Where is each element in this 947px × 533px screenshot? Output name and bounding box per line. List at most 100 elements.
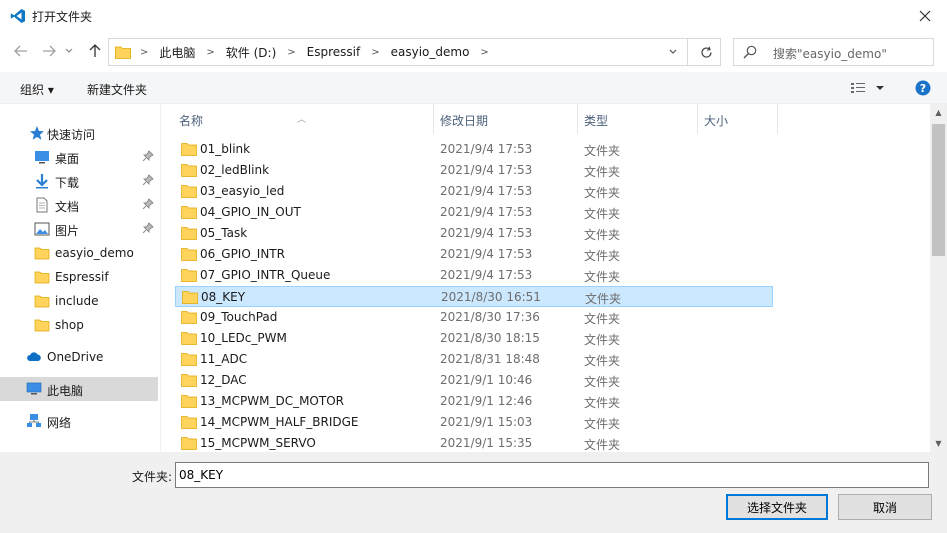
select-folder-button[interactable]: 选择文件夹 [726,494,828,520]
file-type: 文件夹 [584,207,621,221]
table-row[interactable]: 09_TouchPad 2021/8/30 17:36 文件夹 [175,307,773,328]
folder-field-label: 文件夹: [132,470,173,484]
folder-icon [181,374,197,387]
scroll-down-arrow-icon[interactable]: ▼ [930,435,947,452]
chevron-right-icon[interactable]: > [197,47,223,58]
file-list: ︿ 名称 修改日期 类型 大小 01_blink 2021/9/4 17:53 文件… [161,104,930,452]
breadcrumb-easyio-demo[interactable]: easyio_demo [389,45,472,59]
file-type: 文件夹 [584,186,621,200]
up-button[interactable] [84,40,106,62]
table-row[interactable]: 10_LEDc_PWM 2021/8/30 18:15 文件夹 [175,328,773,349]
file-modified-date: 2021/9/4 17:53 [440,226,533,240]
star-icon [30,126,44,140]
sidebar-item-network[interactable]: 网络 [0,409,158,433]
column-header-size[interactable]: 大小 [698,104,778,134]
address-history-button[interactable] [661,39,685,65]
sidebar-item-documents[interactable]: 文档 [0,193,158,217]
folder-icon [34,319,50,332]
column-header-label: 名称 [179,114,204,128]
scroll-up-arrow-icon[interactable]: ▲ [930,104,947,121]
search-box[interactable]: 搜索"easyio_demo" [733,38,934,66]
sidebar-item-desktop[interactable]: 桌面 [0,145,158,169]
help-button[interactable]: ? [915,80,931,99]
file-type: 文件夹 [585,292,622,306]
file-type: 文件夹 [584,438,621,452]
sidebar-item-this-pc[interactable]: 此电脑 [0,377,158,401]
chevron-right-icon[interactable]: > [471,47,497,58]
computer-icon [26,382,42,395]
table-row[interactable]: 08_KEY 2021/8/30 16:51 文件夹 [175,286,773,307]
file-name: 09_TouchPad [200,310,278,324]
sidebar-item-pictures[interactable]: 图片 [0,217,158,241]
address-divider [687,39,688,65]
picture-icon [34,222,50,236]
folder-icon [181,227,197,240]
pin-icon [142,198,154,210]
dialog-footer: 文件夹: 选择文件夹 取消 [0,452,947,533]
cancel-button[interactable]: 取消 [838,494,932,520]
file-type: 文件夹 [584,417,621,431]
close-icon [919,10,930,22]
column-header-name[interactable]: ︿ 名称 [161,104,434,134]
table-row[interactable]: 07_GPIO_INTR_Queue 2021/9/4 17:53 文件夹 [175,265,773,286]
file-name: 01_blink [200,142,251,156]
column-header-type[interactable]: 类型 [578,104,698,134]
breadcrumb-this-pc[interactable]: 此电脑 [157,44,197,61]
folder-icon [181,185,197,198]
sidebar-item-include[interactable]: include [0,289,158,313]
back-button[interactable] [10,40,32,62]
address-bar[interactable]: > 此电脑 > 软件 (D:) > Espressif > easyio_dem… [108,38,721,66]
scrollbar-thumb[interactable] [932,124,945,256]
sidebar-item-label: OneDrive [47,350,104,364]
table-row[interactable]: 01_blink 2021/9/4 17:53 文件夹 [175,139,773,160]
sidebar-item-espressif[interactable]: Espressif [0,265,158,289]
table-row[interactable]: 04_GPIO_IN_OUT 2021/9/4 17:53 文件夹 [175,202,773,223]
file-type: 文件夹 [584,333,621,347]
chevron-right-icon[interactable]: > [278,47,304,58]
folder-icon [181,164,197,177]
table-row[interactable]: 03_easyio_led 2021/9/4 17:53 文件夹 [175,181,773,202]
sidebar-item-label: 网络 [47,416,72,430]
sidebar-item-shop[interactable]: shop [0,313,158,337]
organize-button[interactable]: 组织 ▾ [20,81,54,98]
recent-locations-button[interactable] [62,40,76,62]
sidebar-item-downloads[interactable]: 下载 [0,169,158,193]
folder-icon [34,247,50,260]
folder-icon [181,206,197,219]
file-name: 05_Task [200,226,248,240]
file-type: 文件夹 [584,165,621,179]
table-row[interactable]: 12_DAC 2021/9/1 10:46 文件夹 [175,370,773,391]
sidebar-item-quick-access[interactable]: 快速访问 [0,121,158,145]
table-row[interactable]: 15_MCPWM_SERVO 2021/9/1 15:35 文件夹 [175,433,773,452]
table-row[interactable]: 02_ledBlink 2021/9/4 17:53 文件夹 [175,160,773,181]
table-row[interactable]: 14_MCPWM_HALF_BRIDGE 2021/9/1 15:03 文件夹 [175,412,773,433]
close-button[interactable] [902,0,947,32]
vertical-scrollbar[interactable]: ▲ ▼ [930,104,947,452]
breadcrumb-espressif[interactable]: Espressif [305,45,363,59]
pin-icon [142,222,154,234]
refresh-button[interactable] [692,39,720,65]
table-row[interactable]: 13_MCPWM_DC_MOTOR 2021/9/1 12:46 文件夹 [175,391,773,412]
desktop-icon [35,151,49,164]
change-view-button[interactable] [850,81,888,98]
arrow-left-icon [14,45,27,57]
folder-icon [181,269,197,282]
arrow-right-icon [43,45,56,57]
table-row[interactable]: 06_GPIO_INTR 2021/9/4 17:53 文件夹 [175,244,773,265]
breadcrumb-drive-d[interactable]: 软件 (D:) [224,44,278,61]
folder-icon [181,353,197,366]
sidebar-item-onedrive[interactable]: OneDrive [0,345,158,369]
file-type: 文件夹 [584,354,621,368]
column-header-modified[interactable]: 修改日期 [434,104,578,134]
table-row[interactable]: 11_ADC 2021/8/31 18:48 文件夹 [175,349,773,370]
folder-name-input[interactable] [175,462,929,488]
table-row[interactable]: 05_Task 2021/9/4 17:53 文件夹 [175,223,773,244]
file-type: 文件夹 [584,228,621,242]
forward-button[interactable] [38,40,60,62]
column-divider[interactable] [777,104,778,134]
sidebar-item-easyio-demo[interactable]: easyio_demo [0,241,158,265]
refresh-icon [700,46,712,58]
new-folder-button[interactable]: 新建文件夹 [87,81,147,98]
column-header-label: 修改日期 [440,114,489,128]
chevron-right-icon[interactable]: > [362,47,388,58]
